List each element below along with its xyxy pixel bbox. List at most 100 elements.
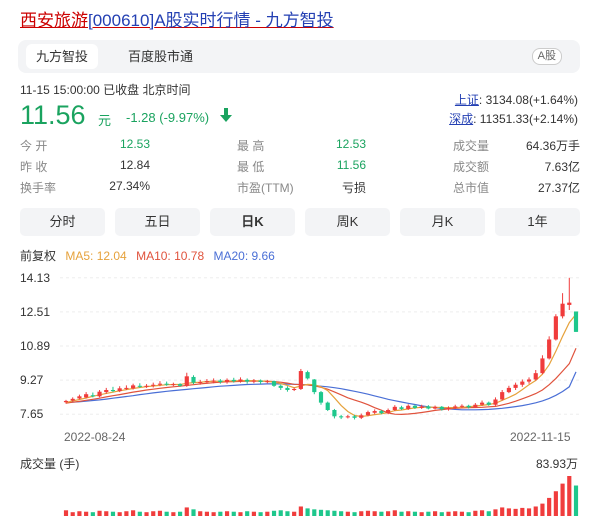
volume-bar xyxy=(446,511,451,516)
candle xyxy=(298,368,303,390)
period-tab[interactable]: 周K xyxy=(305,208,390,236)
volume-bar xyxy=(63,510,69,516)
period-tab[interactable]: 月K xyxy=(400,208,485,236)
volume-bar xyxy=(479,510,485,516)
candle xyxy=(567,277,572,310)
market-badge: A股 xyxy=(531,48,562,65)
adjust-label[interactable]: 前复权 xyxy=(20,249,56,263)
volume-bar xyxy=(251,511,256,516)
stat-value: 12.53 xyxy=(119,137,150,151)
candle-body xyxy=(285,387,290,390)
candle-body xyxy=(184,376,189,386)
volume-bar xyxy=(117,512,122,516)
stat-label: 市盈(TTM) xyxy=(237,181,294,195)
volume-bar xyxy=(453,511,458,516)
page-title[interactable]: 西安旅游[000610]A股实时行情 - 九方智投 xyxy=(20,6,334,31)
market-status: 11-15 15:00:00 已收盘 北京时间 xyxy=(20,83,191,97)
candle xyxy=(560,293,565,319)
period-tabs: 分时 五日 日K 周K 月K 1年 xyxy=(20,208,580,238)
volume-bar xyxy=(177,511,183,516)
volume-bar xyxy=(332,510,337,516)
candle-body xyxy=(245,379,250,382)
candle-body xyxy=(506,387,511,393)
volume-bar xyxy=(97,510,102,516)
period-tab[interactable]: 分时 xyxy=(20,208,105,236)
candle xyxy=(426,405,431,410)
stat-value: 12.84 xyxy=(119,158,150,172)
candle-body xyxy=(70,398,75,401)
stat-label: 今 开 xyxy=(20,139,48,153)
candle-body xyxy=(265,381,270,383)
period-tab[interactable]: 日K xyxy=(210,208,295,236)
volume-bar xyxy=(365,510,371,516)
candle-body xyxy=(292,388,297,390)
volume-bar xyxy=(137,511,142,516)
source-tabbar: 九方智投 百度股市通 A股 xyxy=(18,40,580,73)
stat-value: 亏损 xyxy=(341,181,366,195)
volume-bar xyxy=(184,507,189,516)
candle-body xyxy=(298,371,303,389)
volume-bar xyxy=(298,506,303,516)
stat-label: 总市值 xyxy=(453,181,490,195)
candle-body xyxy=(278,385,283,388)
volume-bar xyxy=(345,511,350,516)
candle-body xyxy=(131,385,136,389)
candle xyxy=(372,409,377,415)
candle-body xyxy=(446,407,451,410)
candle-body xyxy=(84,394,89,398)
candle xyxy=(278,384,283,390)
candle-body xyxy=(305,372,310,379)
candle-body xyxy=(318,392,324,403)
candle-body xyxy=(191,376,196,383)
volume-bar xyxy=(553,491,558,516)
volume-bar xyxy=(265,511,270,516)
candle-body xyxy=(164,383,169,385)
candle-body xyxy=(271,381,277,386)
arrow-down-icon xyxy=(220,108,232,122)
volume-bar xyxy=(540,503,545,516)
candle xyxy=(345,414,350,419)
candle xyxy=(224,378,230,384)
candle-body xyxy=(238,379,243,382)
stat-value: 11.56 xyxy=(336,158,366,172)
candle-body xyxy=(204,381,210,383)
candlestick-chart[interactable] xyxy=(0,270,592,430)
title-suffix: A股实时行情 - 九方智投 xyxy=(154,11,334,30)
period-tab[interactable]: 五日 xyxy=(115,208,200,236)
volume-bar xyxy=(520,507,525,516)
volume-bar xyxy=(104,511,109,516)
volume-bar xyxy=(258,512,263,516)
price-unit: 元 xyxy=(98,113,112,128)
candle xyxy=(271,380,277,387)
volume-bar xyxy=(245,511,250,516)
volume-bar xyxy=(292,511,297,516)
volume-bar xyxy=(459,511,465,516)
candle-body xyxy=(372,411,377,413)
volume-bar xyxy=(90,512,95,516)
candle-body xyxy=(251,380,256,382)
volume-bar xyxy=(285,511,290,516)
stat-label: 昨 收 xyxy=(20,160,48,174)
volume-bar xyxy=(110,511,116,516)
candle-body xyxy=(198,382,203,383)
volume-bar xyxy=(144,512,149,516)
candle xyxy=(432,405,438,410)
candle-body xyxy=(473,404,478,408)
tab-baidu[interactable]: 百度股市通 xyxy=(118,44,203,69)
candle xyxy=(513,382,518,390)
candle-body xyxy=(426,406,431,409)
candle-body xyxy=(211,380,216,382)
volume-bar xyxy=(131,510,136,516)
candle-body xyxy=(412,405,418,408)
tab-jiufang[interactable]: 九方智投 xyxy=(26,44,99,69)
index-shenzhen[interactable]: 深成: 11351.33(+2.14%) xyxy=(449,110,578,127)
x-label-start: 2022-08-24 xyxy=(64,430,126,444)
period-tab[interactable]: 1年 xyxy=(495,208,580,236)
candle-body xyxy=(110,390,116,392)
index-shanghai[interactable]: 上证: 3134.08(+1.64%) xyxy=(455,91,578,108)
ma20-label: MA20: 9.66 xyxy=(213,249,275,263)
volume-bar xyxy=(567,476,572,516)
volume-bar xyxy=(573,485,579,516)
stat-label: 换手率 xyxy=(20,181,57,195)
candle-body xyxy=(97,391,102,397)
